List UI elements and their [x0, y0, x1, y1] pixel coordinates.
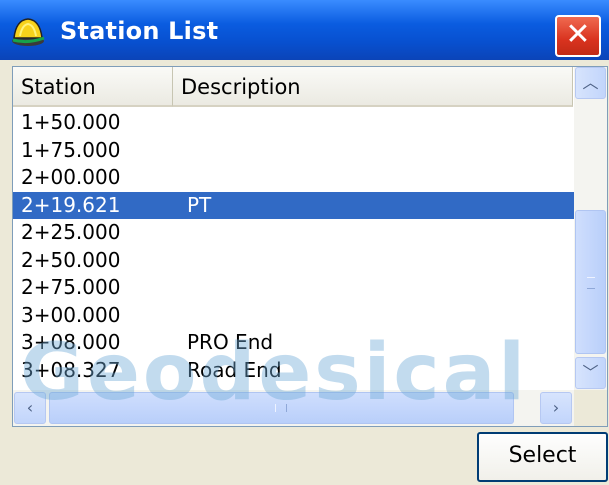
description-cell: Road End — [187, 357, 282, 382]
description-cell — [179, 274, 187, 302]
station-cell: 2+75.000 — [21, 275, 121, 299]
scroll-right-button[interactable]: › — [540, 392, 572, 424]
station-cell: 1+50.000 — [21, 110, 121, 134]
scroll-left-button[interactable]: ‹ — [14, 392, 46, 424]
horizontal-scroll-thumb[interactable] — [49, 392, 514, 424]
station-cell: 3+08.000 — [21, 330, 121, 354]
station-cell: 2+00.000 — [21, 165, 121, 189]
description-cell — [179, 137, 187, 165]
helmet-icon — [12, 18, 45, 46]
table-row[interactable]: 1+75.000 — [13, 137, 574, 165]
station-cell: 3+08.327 — [21, 357, 121, 382]
station-cell: 1+75.000 — [21, 137, 121, 162]
scrollbar-corner — [574, 390, 607, 426]
list-rows: 1+50.000 1+75.000 2+00.000 2+19.621 PT 2+25.0… — [13, 109, 574, 384]
description-cell — [179, 247, 187, 275]
table-row[interactable]: 2+00.000 — [13, 164, 574, 192]
table-row[interactable]: 1+50.000 — [13, 109, 574, 137]
table-row[interactable]: 2+50.000 — [13, 247, 574, 275]
right-arrow-icon: › — [552, 398, 560, 417]
description-cell — [179, 302, 187, 330]
description-cell: PT — [187, 192, 212, 217]
column-header: Station Description — [13, 67, 573, 107]
window-title: Station List — [60, 17, 219, 45]
station-cell: 2+25.000 — [21, 220, 121, 244]
close-icon: ✕ — [565, 17, 591, 52]
table-row[interactable]: 2+75.000 — [13, 274, 574, 302]
grip-icon — [275, 404, 287, 412]
description-cell — [179, 219, 187, 247]
station-list[interactable]: Station Description 1+50.000 1+75.000 2+00… — [12, 66, 608, 427]
column-header-station[interactable]: Station — [13, 67, 173, 107]
table-row[interactable]: 3+00.000 — [13, 302, 574, 330]
title-bar: Station List ✕ — [0, 0, 609, 60]
table-row[interactable]: 3+08.327 Road End — [13, 357, 574, 385]
up-arrow-icon: ︿ — [582, 73, 599, 92]
station-cell: 2+50.000 — [21, 247, 121, 272]
table-row[interactable]: 2+25.000 — [13, 219, 574, 247]
table-row[interactable]: 3+08.000 PRO End — [13, 329, 574, 357]
station-cell: 3+00.000 — [21, 302, 121, 327]
grip-icon — [587, 277, 595, 289]
down-arrow-icon: ﹀ — [582, 363, 599, 382]
left-arrow-icon: ‹ — [26, 398, 34, 417]
table-row[interactable]: 2+19.621 PT — [13, 191, 574, 219]
vertical-scroll-thumb[interactable] — [575, 210, 606, 354]
close-button[interactable]: ✕ — [555, 15, 601, 57]
description-cell — [179, 109, 187, 137]
description-cell — [179, 164, 187, 192]
scroll-down-button[interactable]: ﹀ — [575, 357, 606, 389]
column-header-description[interactable]: Description — [173, 67, 573, 107]
description-cell: PRO End — [187, 330, 274, 354]
horizontal-scrollbar[interactable]: ‹ › — [13, 390, 574, 426]
scroll-up-button[interactable]: ︿ — [575, 67, 606, 99]
station-cell: 2+19.621 — [21, 192, 121, 217]
select-button[interactable]: Select — [477, 432, 608, 482]
vertical-scrollbar[interactable]: ︿ ﹀ — [574, 67, 607, 390]
